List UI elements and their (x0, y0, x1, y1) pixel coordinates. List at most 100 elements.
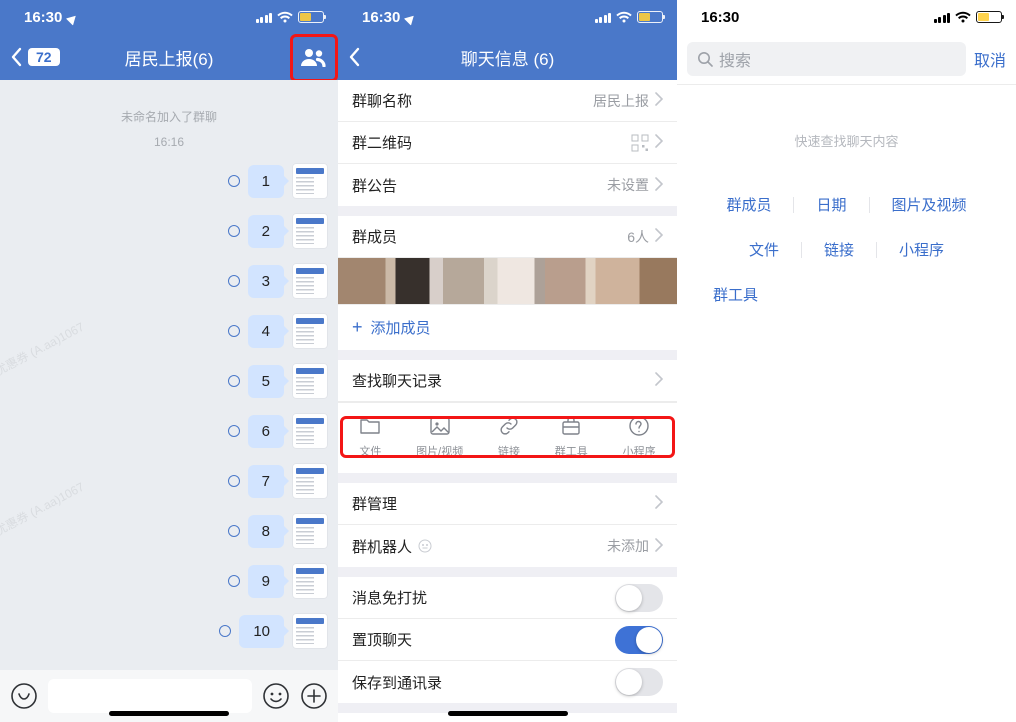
group-members-value: 6人 (627, 227, 649, 247)
message-input[interactable] (48, 679, 252, 713)
back-button[interactable]: 72 (10, 34, 60, 80)
mute-row[interactable]: 消息免打扰 (338, 577, 677, 619)
mute-label: 消息免打扰 (352, 587, 427, 608)
group-members-row[interactable]: 群成员 6人 (338, 216, 677, 258)
emoji-icon[interactable] (262, 682, 290, 710)
chat-info-screen: 16:30 聊天信息 (6) 群聊名称 居民上报 (338, 0, 677, 722)
cat-links[interactable]: 链接 (802, 239, 876, 260)
cat-miniapp[interactable]: 小程序 (877, 239, 966, 260)
read-indicator-icon (228, 225, 240, 237)
image-icon (429, 415, 451, 437)
message-row[interactable]: 1 (10, 163, 328, 199)
status-bar: 16:30 (677, 0, 1016, 34)
group-manage-label: 群管理 (352, 493, 397, 514)
search-input[interactable]: 搜索 (687, 42, 966, 76)
search-bar: 搜索 取消 (677, 34, 1016, 84)
plus-icon[interactable] (300, 682, 328, 710)
avatar[interactable] (292, 363, 328, 399)
cat-members[interactable]: 群成员 (704, 194, 793, 215)
group-members-button[interactable] (288, 34, 338, 80)
save-contacts-switch[interactable] (615, 668, 663, 696)
search-chat-history-row[interactable]: 查找聊天记录 (338, 360, 677, 402)
pin-label: 置顶聊天 (352, 629, 412, 650)
message-row[interactable]: 3 (10, 263, 328, 299)
search-hint: 快速查找聊天内容 (677, 131, 1016, 150)
cat-media[interactable]: 图片及视频 (870, 194, 989, 215)
chat-header-area: 16:30 72 居民上报(6) (0, 0, 338, 80)
voice-input-icon[interactable] (10, 682, 38, 710)
avatar[interactable] (292, 513, 328, 549)
message-row[interactable]: 6 (10, 413, 328, 449)
tool-media[interactable]: 图片/视频 (416, 415, 463, 459)
save-contacts-row[interactable]: 保存到通讯录 (338, 661, 677, 703)
avatar[interactable] (292, 563, 328, 599)
avatar[interactable] (292, 213, 328, 249)
miniapp-icon (628, 415, 650, 437)
unread-badge: 72 (28, 48, 60, 66)
group-bot-row[interactable]: 群机器人 未添加 (338, 525, 677, 567)
avatar[interactable] (292, 313, 328, 349)
message-bubble: 7 (248, 465, 284, 498)
avatar[interactable] (292, 463, 328, 499)
avatar[interactable] (292, 263, 328, 299)
status-bar: 16:30 (0, 0, 338, 34)
read-indicator-icon (228, 575, 240, 587)
status-time: 16:30 (362, 9, 400, 26)
message-bubble: 5 (248, 365, 284, 398)
chevron-right-icon (655, 134, 663, 151)
message-bubble: 2 (248, 215, 284, 248)
read-indicator-icon (219, 625, 231, 637)
message-row[interactable]: 8 (10, 513, 328, 549)
member-avatars-mosaic[interactable] (338, 258, 677, 304)
message-row[interactable]: 9 (10, 563, 328, 599)
pin-switch[interactable] (615, 626, 663, 654)
message-row[interactable]: 5 (10, 363, 328, 399)
mute-switch[interactable] (615, 584, 663, 612)
info-nav: 聊天信息 (6) (338, 34, 677, 80)
search-history-label: 查找聊天记录 (352, 370, 442, 391)
settings-body[interactable]: 群聊名称 居民上报 群二维码 群公告 未设置 群成员 (338, 80, 677, 722)
chat-body[interactable]: 优惠券 (A.aa)1067 优惠券 (A.aa)1067 未命名加入了群聊 1… (0, 80, 338, 670)
tool-links[interactable]: 链接 (498, 415, 520, 459)
system-timestamp: 16:16 (0, 135, 338, 149)
tool-group-tools[interactable]: 群工具 (555, 415, 588, 459)
avatar[interactable] (292, 613, 328, 649)
message-bubble: 4 (248, 315, 284, 348)
message-row[interactable]: 2 (10, 213, 328, 249)
add-member-button[interactable]: + 添加成员 (338, 305, 677, 350)
tool-group-label: 群工具 (555, 443, 588, 459)
status-time: 16:30 (24, 9, 62, 26)
message-row[interactable]: 10 (10, 613, 328, 649)
cat-files[interactable]: 文件 (727, 239, 801, 260)
avatar[interactable] (292, 163, 328, 199)
avatar[interactable] (292, 413, 328, 449)
back-button[interactable] (348, 34, 360, 80)
add-member-label: 添加成员 (371, 317, 431, 338)
read-indicator-icon (228, 525, 240, 537)
pin-row[interactable]: 置顶聊天 (338, 619, 677, 661)
message-row[interactable]: 4 (10, 313, 328, 349)
search-icon (697, 51, 713, 67)
battery-icon (637, 11, 663, 23)
read-indicator-icon (228, 325, 240, 337)
link-icon (498, 415, 520, 437)
group-manage-row[interactable]: 群管理 (338, 483, 677, 525)
messages-list: 1 2 3 4 5 6 7 8 9 10 (0, 149, 338, 649)
message-bubble: 9 (248, 565, 284, 598)
tool-files[interactable]: 文件 (359, 415, 381, 459)
people-icon (300, 47, 326, 67)
cat-date[interactable]: 日期 (794, 194, 868, 215)
tool-links-label: 链接 (498, 443, 520, 459)
plus-icon: + (352, 317, 363, 338)
group-name-label: 群聊名称 (352, 90, 412, 111)
group-qr-row[interactable]: 群二维码 (338, 122, 677, 164)
message-row[interactable]: 7 (10, 463, 328, 499)
cancel-button[interactable]: 取消 (974, 47, 1006, 71)
wifi-icon (616, 11, 632, 23)
cat-tools[interactable]: 群工具 (713, 284, 780, 305)
read-indicator-icon (228, 275, 240, 287)
tool-miniapp[interactable]: 小程序 (623, 415, 656, 459)
group-announce-row[interactable]: 群公告 未设置 (338, 164, 677, 206)
group-name-row[interactable]: 群聊名称 居民上报 (338, 80, 677, 122)
read-indicator-icon (228, 475, 240, 487)
